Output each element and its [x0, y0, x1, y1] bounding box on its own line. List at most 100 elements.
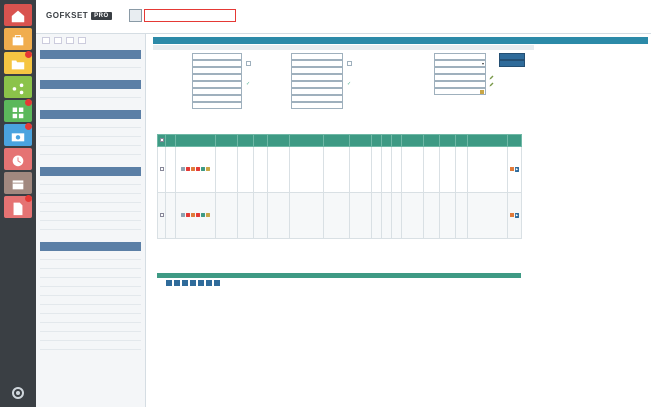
pager-button[interactable] — [214, 280, 220, 286]
sidebar-item[interactable] — [40, 203, 141, 212]
form-input[interactable] — [192, 60, 242, 67]
column-header[interactable] — [349, 134, 372, 147]
pager-button[interactable] — [198, 280, 204, 286]
form-input[interactable] — [291, 88, 343, 95]
sidebar-section-header[interactable] — [40, 242, 141, 251]
sidebar-item[interactable] — [40, 332, 141, 341]
form-input[interactable] — [192, 102, 242, 109]
folder-icon[interactable] — [206, 213, 210, 218]
sidebar-item[interactable] — [40, 119, 141, 128]
column-header[interactable] — [381, 134, 392, 147]
gear-icon[interactable] — [10, 385, 26, 401]
folder-icon[interactable] — [4, 51, 32, 74]
form-input[interactable] — [192, 53, 242, 60]
form-input[interactable] — [434, 67, 486, 74]
sidebar-tab[interactable] — [42, 37, 50, 44]
sidebar-tab[interactable] — [54, 37, 62, 44]
sidebar-tab[interactable] — [66, 37, 74, 44]
edit-button[interactable]: ▶ — [514, 167, 520, 172]
form-input[interactable] — [291, 81, 343, 88]
form-input[interactable] — [434, 74, 486, 81]
sidebar-item[interactable] — [40, 59, 141, 68]
sidebar-item[interactable] — [40, 305, 141, 314]
column-header[interactable] — [401, 134, 424, 147]
view-icon[interactable] — [181, 213, 185, 218]
form-input[interactable] — [434, 81, 486, 88]
flag-icon[interactable] — [509, 213, 514, 218]
sidebar-item[interactable] — [40, 341, 141, 350]
table-row[interactable]: ▶ — [157, 146, 522, 193]
form-input[interactable] — [291, 102, 343, 109]
pager-button[interactable] — [190, 280, 196, 286]
sidebar-item[interactable] — [40, 194, 141, 203]
reset-button[interactable] — [499, 60, 525, 67]
column-header[interactable] — [253, 134, 268, 147]
edit-icon[interactable] — [489, 75, 494, 80]
sidebar-item[interactable] — [40, 221, 141, 230]
sidebar-item[interactable] — [40, 176, 141, 185]
sidebar-item[interactable] — [40, 212, 141, 221]
column-header[interactable] — [467, 134, 508, 147]
sidebar-item[interactable] — [40, 185, 141, 194]
menu-toggle-button[interactable] — [129, 9, 142, 22]
flag-icon[interactable] — [509, 167, 514, 172]
edit-icon[interactable] — [489, 82, 494, 87]
column-header[interactable] — [371, 134, 382, 147]
sidebar-item[interactable] — [40, 128, 141, 137]
calendar-icon[interactable] — [480, 89, 484, 94]
flag-icon[interactable] — [191, 167, 195, 172]
sidebar-section-header[interactable] — [40, 110, 141, 119]
select-all-checkbox[interactable] — [159, 138, 164, 142]
form-input[interactable] — [192, 81, 242, 88]
grid-icon[interactable] — [4, 99, 32, 122]
pager-button[interactable] — [166, 280, 172, 286]
sidebar-item[interactable] — [40, 146, 141, 155]
clock-icon[interactable] — [4, 148, 32, 170]
home-icon[interactable] — [4, 4, 32, 26]
view-icon[interactable] — [181, 167, 185, 172]
sidebar-item[interactable] — [40, 260, 141, 269]
form-checkbox[interactable] — [347, 61, 352, 66]
row-checkbox[interactable] — [159, 212, 164, 217]
form-input[interactable] — [192, 67, 242, 74]
pager-button[interactable] — [174, 280, 180, 286]
column-header[interactable] — [439, 134, 456, 147]
form-input[interactable] — [291, 60, 343, 67]
edit-button[interactable]: ▶ — [514, 213, 520, 218]
sidebar-item[interactable] — [40, 137, 141, 146]
sidebar-tab[interactable] — [78, 37, 86, 44]
column-header[interactable] — [267, 134, 290, 147]
column-header[interactable] — [455, 134, 468, 147]
sidebar-section-header[interactable] — [40, 80, 141, 89]
column-header[interactable] — [391, 134, 402, 147]
sidebar-section-header[interactable] — [40, 50, 141, 59]
app-logo[interactable]: GOFKSET PRO — [46, 11, 112, 20]
column-header[interactable] — [289, 134, 324, 147]
form-input[interactable] — [434, 53, 486, 60]
table-row[interactable]: ▶ — [157, 192, 522, 239]
pager-button[interactable] — [206, 280, 212, 286]
document-icon[interactable] — [4, 195, 32, 218]
status-select[interactable]: ▾ — [434, 60, 486, 67]
top-search-input[interactable] — [144, 9, 236, 22]
camera-icon[interactable] — [4, 123, 32, 146]
form-input[interactable] — [291, 67, 343, 74]
form-input[interactable] — [434, 88, 486, 95]
form-input[interactable] — [291, 53, 343, 60]
folder-icon[interactable] — [206, 167, 210, 172]
delete-icon[interactable] — [186, 213, 190, 218]
flag-icon[interactable] — [191, 213, 195, 218]
form-input[interactable] — [291, 74, 343, 81]
share-icon[interactable] — [4, 76, 32, 98]
sidebar-item[interactable] — [40, 269, 141, 278]
sidebar-item[interactable] — [40, 278, 141, 287]
column-header[interactable] — [323, 134, 350, 147]
column-header[interactable] — [215, 134, 238, 147]
pager-button[interactable] — [182, 280, 188, 286]
delete-icon[interactable] — [186, 167, 190, 172]
close-icon[interactable] — [196, 167, 200, 172]
form-input[interactable] — [192, 95, 242, 102]
search-button[interactable] — [499, 53, 525, 60]
column-header[interactable] — [175, 134, 216, 147]
row-checkbox[interactable] — [159, 166, 164, 171]
